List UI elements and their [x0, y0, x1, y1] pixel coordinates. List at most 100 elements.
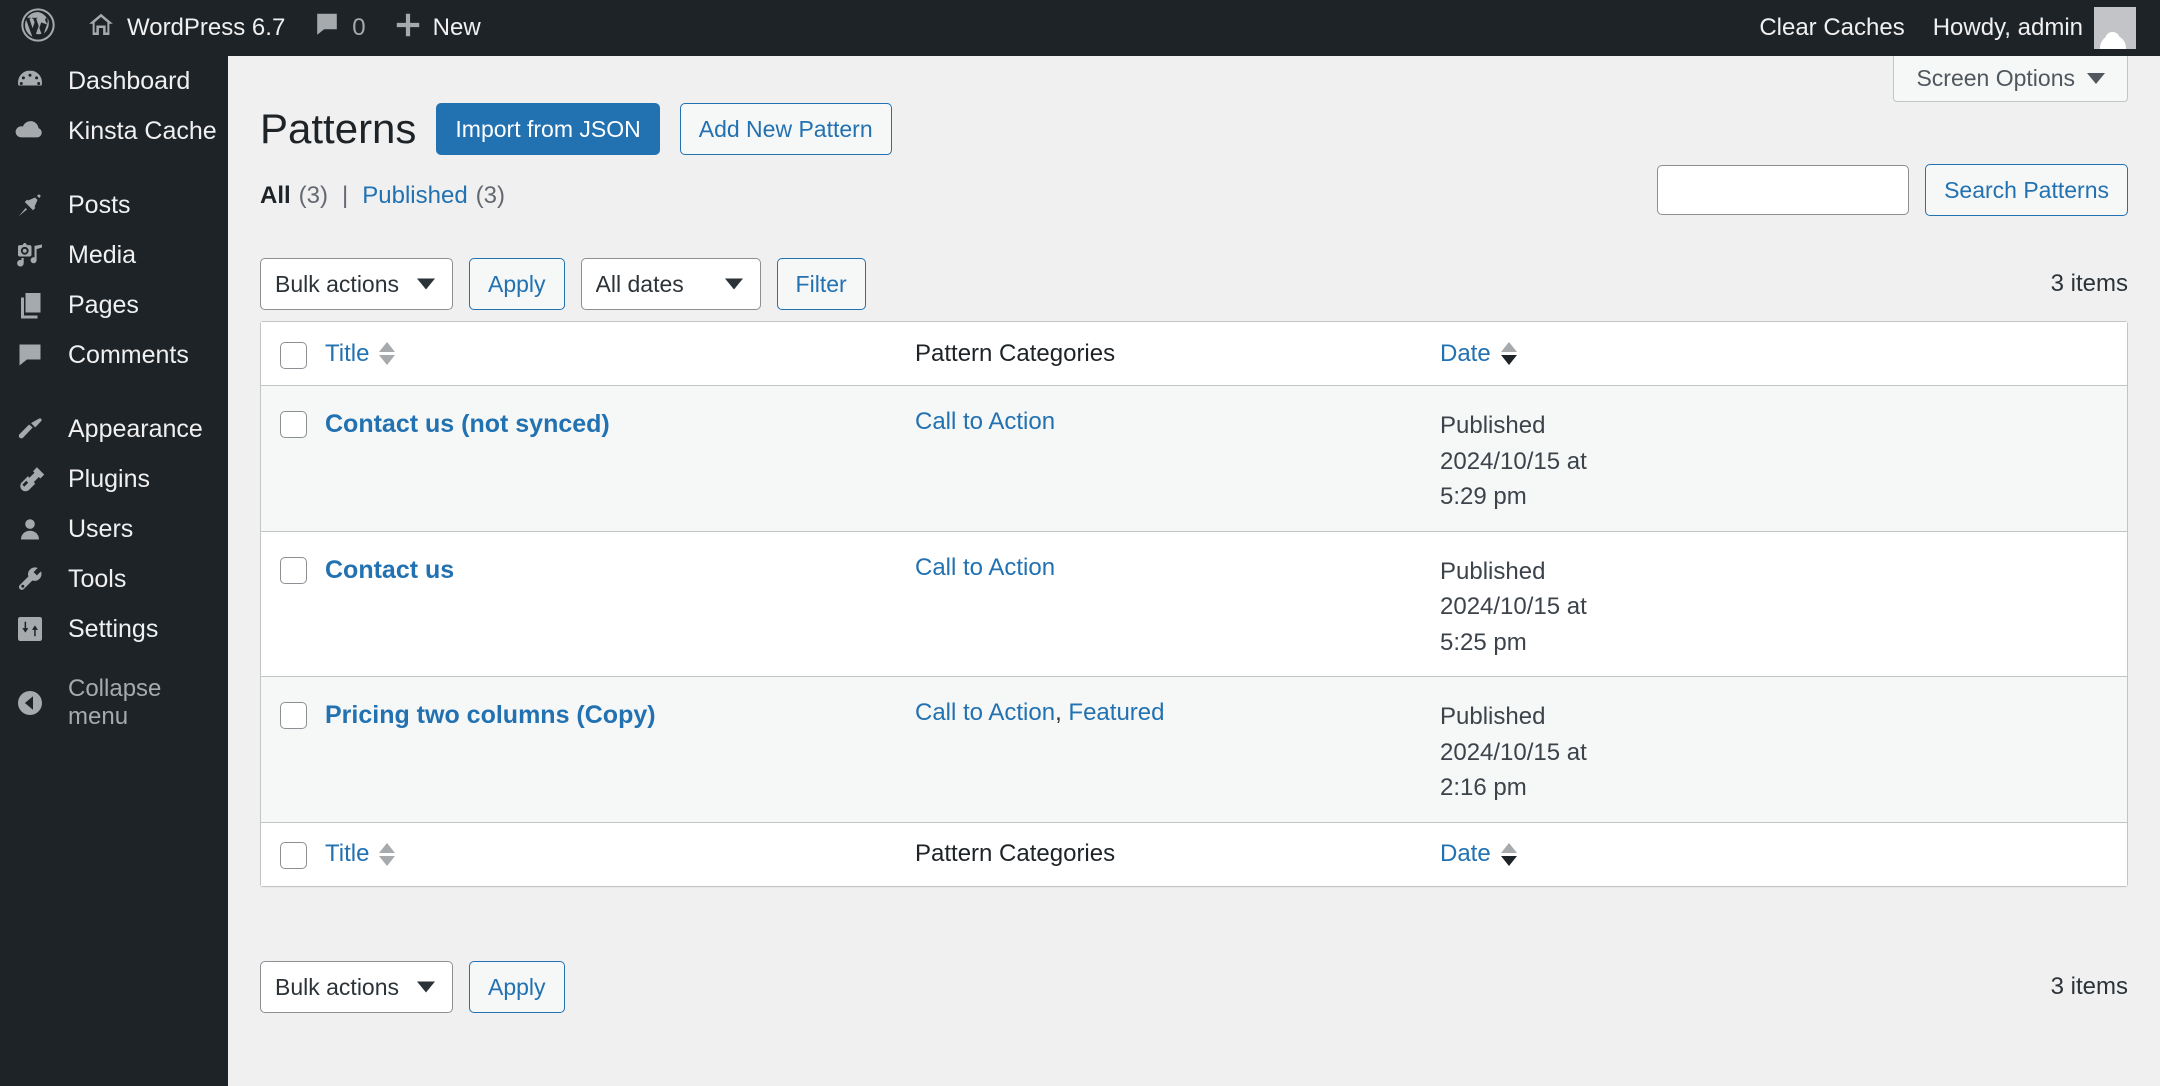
column-header-title-top[interactable]: Title [325, 340, 915, 368]
date-line-date: 2024/10/15 at [1440, 447, 1587, 475]
sidebar-item-plugins[interactable]: Plugins [0, 454, 228, 504]
date-value: Published 2024/10/15 at 2:16 pm [1440, 699, 1600, 806]
search-patterns-button[interactable]: Search Patterns [1925, 164, 2128, 216]
sidebar-item-label: Dashboard [68, 66, 191, 95]
sort-desc-icon [1500, 855, 1517, 866]
view-link-all[interactable]: All [260, 182, 291, 210]
search-input[interactable] [1657, 165, 1910, 215]
wordpress-logo-icon [18, 5, 58, 52]
row-checkbox[interactable] [279, 411, 307, 438]
table-footer-row: Title Pattern Categories Date [261, 821, 2127, 886]
import-from-json-button[interactable]: Import from JSON [436, 103, 660, 155]
wrench-icon [10, 559, 50, 599]
select-all-cell-top [261, 339, 325, 369]
column-categories-label: Pattern Categories [915, 339, 1116, 367]
pushpin-icon [10, 185, 50, 225]
category-link[interactable]: Call to Action [915, 699, 1055, 726]
apply-button-top[interactable]: Apply [469, 258, 565, 310]
select-all-checkbox-bottom[interactable] [279, 842, 307, 870]
sort-arrows-title[interactable] [379, 842, 396, 866]
pattern-title-link[interactable]: Contact us [325, 556, 454, 584]
new-content-label: New [432, 14, 481, 41]
sidebar-item-tools[interactable]: Tools [0, 554, 228, 604]
site-name-label: WordPress 6.7 [127, 14, 286, 41]
comment-bubble-icon [313, 11, 341, 46]
wordpress-logo-menu[interactable] [4, 0, 72, 56]
column-date-label: Date [1440, 339, 1491, 367]
sidebar-item-settings[interactable]: Settings [0, 604, 228, 654]
screen-options-button[interactable]: Screen Options [1893, 56, 2128, 102]
sort-asc-icon [1500, 342, 1517, 352]
admin-bar-left-group: WordPress 6.7 0 New [4, 0, 495, 56]
bulk-actions-select-top[interactable]: Bulk actions [260, 258, 453, 310]
my-account-menu[interactable]: Howdy, admin [1919, 0, 2150, 56]
select-all-cell-bottom [261, 839, 325, 870]
table-row: Contact us (not synced) Call to Action Pub… [261, 386, 2127, 532]
category-link[interactable]: Featured [1068, 699, 1164, 726]
sidebar-item-label: Media [68, 240, 137, 269]
admin-bar: WordPress 6.7 0 New Clear Caches Howdy, … [0, 0, 2160, 56]
column-header-categories-bottom: Pattern Categories [915, 840, 1440, 868]
apply-button-bottom[interactable]: Apply [469, 961, 565, 1013]
column-header-date-bottom[interactable]: Date [1440, 840, 2127, 868]
column-header-categories-top: Pattern Categories [915, 340, 1440, 368]
new-content-menu[interactable]: New [380, 0, 495, 56]
category-link[interactable]: Call to Action [915, 554, 1055, 581]
column-header-title-bottom[interactable]: Title [325, 840, 915, 868]
comments-menu[interactable]: 0 [299, 0, 379, 56]
sidebar-item-pages[interactable]: Pages [0, 280, 228, 330]
bulk-actions-select-wrap-bottom: Bulk actions [260, 961, 453, 1013]
add-new-pattern-button[interactable]: Add New Pattern [679, 103, 892, 155]
date-filter-select[interactable]: All dates [580, 258, 761, 310]
items-count-top: 3 items [2050, 270, 2128, 297]
sidebar-item-comments[interactable]: Comments [0, 330, 228, 380]
pattern-title-link[interactable]: Contact us (not synced) [325, 410, 610, 438]
row-checkbox[interactable] [279, 702, 307, 730]
user-avatar-icon [2094, 7, 2136, 49]
screen-meta-links: Screen Options [1893, 56, 2128, 102]
clear-caches-label: Clear Caches [1759, 14, 1905, 41]
sidebar-item-media[interactable]: Media [0, 230, 228, 280]
bulk-actions-select-bottom[interactable]: Bulk actions [260, 961, 453, 1013]
row-select-cell [261, 554, 325, 584]
filter-button[interactable]: Filter [776, 258, 866, 310]
chevron-down-icon [2087, 73, 2105, 84]
date-line-date: 2024/10/15 at [1440, 738, 1587, 766]
column-header-date-top[interactable]: Date [1440, 340, 2127, 368]
collapse-menu-button[interactable]: Collapse menu [0, 675, 228, 730]
sort-asc-icon [379, 342, 396, 352]
sort-desc-icon [1500, 355, 1517, 365]
pattern-title-link[interactable]: Pricing two columns (Copy) [325, 701, 656, 729]
sort-arrows-title[interactable] [379, 342, 396, 365]
category-link[interactable]: Call to Action [915, 408, 1055, 435]
date-line-time: 5:29 pm [1440, 483, 1527, 511]
sort-arrows-date[interactable] [1500, 842, 1517, 866]
comment-bubble-icon [10, 335, 50, 375]
sort-asc-icon [379, 842, 396, 853]
row-checkbox[interactable] [279, 556, 307, 584]
sort-arrows-date[interactable] [1500, 342, 1517, 365]
sidebar-item-dashboard[interactable]: Dashboard [0, 56, 228, 106]
howdy-label: Howdy, admin [1932, 14, 2083, 41]
plug-icon [10, 459, 50, 499]
view-link-published[interactable]: Published [362, 182, 467, 210]
table-header-row: Title Pattern Categories Date [261, 322, 2127, 386]
sidebar-item-users[interactable]: Users [0, 504, 228, 554]
column-title-label: Title [325, 840, 370, 868]
view-count-all: (3) [298, 182, 329, 209]
sidebar-separator [0, 156, 228, 180]
tablenav-bottom: Bulk actions Apply 3 items [260, 961, 2128, 1013]
sort-asc-icon [1500, 842, 1517, 853]
site-name-menu[interactable]: WordPress 6.7 [72, 0, 299, 56]
sidebar-item-posts[interactable]: Posts [0, 180, 228, 230]
row-categories-cell: Call to Action [915, 554, 1440, 582]
clear-caches-button[interactable]: Clear Caches [1745, 0, 1918, 56]
sidebar-item-kinsta-cache[interactable]: Kinsta Cache [0, 106, 228, 156]
row-categories-cell: Call to Action, Featured [915, 699, 1440, 727]
row-select-cell [261, 699, 325, 730]
view-separator: | [342, 182, 349, 209]
date-line-status: Published [1440, 412, 1546, 439]
sidebar-item-appearance[interactable]: Appearance [0, 404, 228, 454]
select-all-checkbox-top[interactable] [279, 341, 307, 369]
sidebar-item-label: Settings [68, 614, 159, 643]
